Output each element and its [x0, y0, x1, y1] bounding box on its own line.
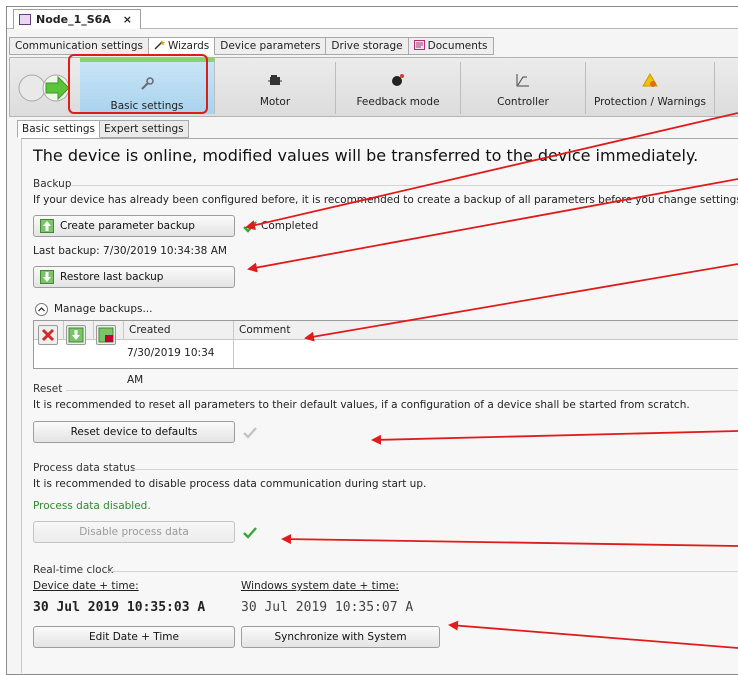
- arrow-to-backup-status: [245, 112, 738, 231]
- arrow-to-process-data: [281, 534, 738, 547]
- arrow-to-restore: [247, 178, 738, 273]
- arrow-to-reset: [371, 430, 738, 445]
- arrow-to-table: [304, 263, 738, 342]
- annotation-arrows: [245, 112, 738, 649]
- arrow-to-sync: [448, 620, 738, 649]
